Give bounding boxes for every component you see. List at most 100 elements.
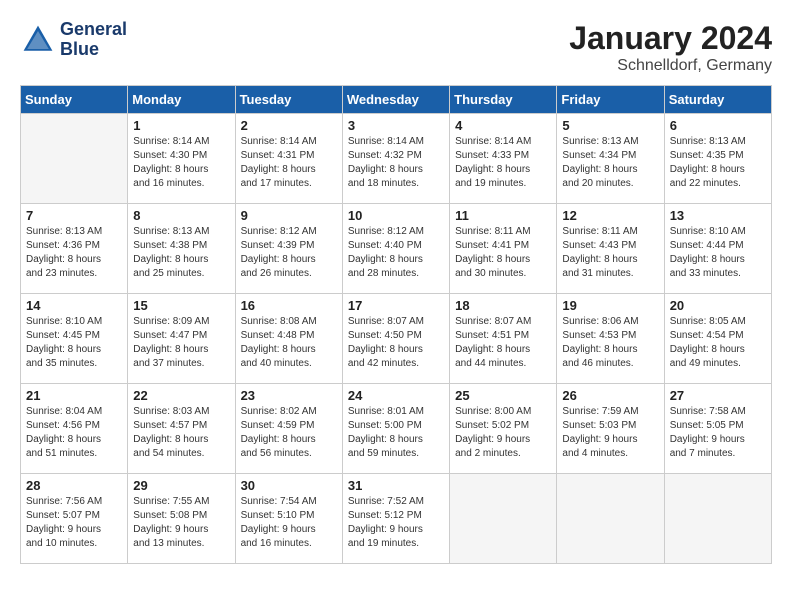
day-info: Sunrise: 8:05 AM Sunset: 4:54 PM Dayligh… [670, 315, 766, 371]
day-info: Sunrise: 8:06 AM Sunset: 4:53 PM Dayligh… [562, 315, 658, 371]
calendar-day-cell [450, 474, 557, 564]
logo-icon [20, 22, 56, 58]
day-number: 13 [670, 208, 766, 223]
weekday-header-cell: Monday [128, 86, 235, 114]
calendar-day-cell: 4 Sunrise: 8:14 AM Sunset: 4:33 PM Daylig… [450, 114, 557, 204]
weekday-header-row: SundayMondayTuesdayWednesdayThursdayFrid… [21, 86, 772, 114]
location: Schnelldorf, Germany [569, 57, 772, 75]
day-info: Sunrise: 8:14 AM Sunset: 4:33 PM Dayligh… [455, 135, 551, 191]
page-header: General Blue January 2024 Schnelldorf, G… [20, 20, 772, 75]
calendar-day-cell [557, 474, 664, 564]
day-number: 11 [455, 208, 551, 223]
day-info: Sunrise: 8:13 AM Sunset: 4:38 PM Dayligh… [133, 225, 229, 281]
day-info: Sunrise: 8:04 AM Sunset: 4:56 PM Dayligh… [26, 405, 122, 461]
day-number: 6 [670, 118, 766, 133]
day-info: Sunrise: 8:03 AM Sunset: 4:57 PM Dayligh… [133, 405, 229, 461]
calendar-day-cell: 27 Sunrise: 7:58 AM Sunset: 5:05 PM Dayli… [664, 384, 771, 474]
day-number: 19 [562, 298, 658, 313]
day-number: 18 [455, 298, 551, 313]
day-info: Sunrise: 8:09 AM Sunset: 4:47 PM Dayligh… [133, 315, 229, 371]
day-info: Sunrise: 8:08 AM Sunset: 4:48 PM Dayligh… [241, 315, 337, 371]
calendar-day-cell: 23 Sunrise: 8:02 AM Sunset: 4:59 PM Dayli… [235, 384, 342, 474]
logo: General Blue [20, 20, 127, 60]
calendar-day-cell: 21 Sunrise: 8:04 AM Sunset: 4:56 PM Dayli… [21, 384, 128, 474]
calendar-day-cell: 28 Sunrise: 7:56 AM Sunset: 5:07 PM Dayli… [21, 474, 128, 564]
calendar-day-cell: 1 Sunrise: 8:14 AM Sunset: 4:30 PM Daylig… [128, 114, 235, 204]
weekday-header-cell: Saturday [664, 86, 771, 114]
day-number: 5 [562, 118, 658, 133]
calendar-day-cell: 31 Sunrise: 7:52 AM Sunset: 5:12 PM Dayli… [342, 474, 449, 564]
day-number: 17 [348, 298, 444, 313]
calendar-day-cell: 22 Sunrise: 8:03 AM Sunset: 4:57 PM Dayli… [128, 384, 235, 474]
day-number: 28 [26, 478, 122, 493]
calendar-day-cell: 9 Sunrise: 8:12 AM Sunset: 4:39 PM Daylig… [235, 204, 342, 294]
day-number: 25 [455, 388, 551, 403]
weekday-header-cell: Wednesday [342, 86, 449, 114]
day-number: 9 [241, 208, 337, 223]
day-number: 1 [133, 118, 229, 133]
day-info: Sunrise: 8:14 AM Sunset: 4:30 PM Dayligh… [133, 135, 229, 191]
day-number: 22 [133, 388, 229, 403]
calendar-week-row: 7Sunrise: 8:13 AM Sunset: 4:36 PM Daylig… [21, 204, 772, 294]
weekday-header-cell: Thursday [450, 86, 557, 114]
title-block: January 2024 Schnelldorf, Germany [569, 20, 772, 75]
day-number: 16 [241, 298, 337, 313]
calendar-day-cell: 18 Sunrise: 8:07 AM Sunset: 4:51 PM Dayli… [450, 294, 557, 384]
day-number: 14 [26, 298, 122, 313]
day-info: Sunrise: 7:54 AM Sunset: 5:10 PM Dayligh… [241, 495, 337, 551]
calendar-day-cell: 12Sunrise: 8:11 AM Sunset: 4:43 PM Dayli… [557, 204, 664, 294]
calendar-day-cell: 16 Sunrise: 8:08 AM Sunset: 4:48 PM Dayli… [235, 294, 342, 384]
day-info: Sunrise: 8:12 AM Sunset: 4:40 PM Dayligh… [348, 225, 444, 281]
calendar-day-cell: 6Sunrise: 8:13 AM Sunset: 4:35 PM Daylig… [664, 114, 771, 204]
day-info: Sunrise: 7:56 AM Sunset: 5:07 PM Dayligh… [26, 495, 122, 551]
day-info: Sunrise: 8:13 AM Sunset: 4:34 PM Dayligh… [562, 135, 658, 191]
weekday-header-cell: Tuesday [235, 86, 342, 114]
day-number: 4 [455, 118, 551, 133]
day-number: 8 [133, 208, 229, 223]
day-info: Sunrise: 8:14 AM Sunset: 4:32 PM Dayligh… [348, 135, 444, 191]
calendar-week-row: 21 Sunrise: 8:04 AM Sunset: 4:56 PM Dayli… [21, 384, 772, 474]
day-number: 24 [348, 388, 444, 403]
calendar-day-cell: 5 Sunrise: 8:13 AM Sunset: 4:34 PM Daylig… [557, 114, 664, 204]
calendar-day-cell: 17 Sunrise: 8:07 AM Sunset: 4:50 PM Dayli… [342, 294, 449, 384]
day-number: 31 [348, 478, 444, 493]
calendar-day-cell: 20 Sunrise: 8:05 AM Sunset: 4:54 PM Dayli… [664, 294, 771, 384]
day-info: Sunrise: 8:01 AM Sunset: 5:00 PM Dayligh… [348, 405, 444, 461]
day-info: Sunrise: 8:00 AM Sunset: 5:02 PM Dayligh… [455, 405, 551, 461]
month-year: January 2024 [569, 20, 772, 57]
calendar-day-cell: 29Sunrise: 7:55 AM Sunset: 5:08 PM Dayli… [128, 474, 235, 564]
day-info: Sunrise: 7:58 AM Sunset: 5:05 PM Dayligh… [670, 405, 766, 461]
calendar-day-cell: 13 Sunrise: 8:10 AM Sunset: 4:44 PM Dayli… [664, 204, 771, 294]
day-number: 23 [241, 388, 337, 403]
day-number: 20 [670, 298, 766, 313]
day-info: Sunrise: 8:11 AM Sunset: 4:41 PM Dayligh… [455, 225, 551, 281]
calendar-day-cell [664, 474, 771, 564]
calendar-day-cell: 14 Sunrise: 8:10 AM Sunset: 4:45 PM Dayli… [21, 294, 128, 384]
day-info: Sunrise: 8:10 AM Sunset: 4:45 PM Dayligh… [26, 315, 122, 371]
day-info: Sunrise: 8:10 AM Sunset: 4:44 PM Dayligh… [670, 225, 766, 281]
calendar-body: 1 Sunrise: 8:14 AM Sunset: 4:30 PM Daylig… [21, 114, 772, 564]
calendar-day-cell: 25 Sunrise: 8:00 AM Sunset: 5:02 PM Dayli… [450, 384, 557, 474]
day-info: Sunrise: 8:07 AM Sunset: 4:50 PM Dayligh… [348, 315, 444, 371]
day-info: Sunrise: 7:59 AM Sunset: 5:03 PM Dayligh… [562, 405, 658, 461]
day-number: 21 [26, 388, 122, 403]
day-number: 12 [562, 208, 658, 223]
calendar-day-cell: 15Sunrise: 8:09 AM Sunset: 4:47 PM Dayli… [128, 294, 235, 384]
day-info: Sunrise: 8:12 AM Sunset: 4:39 PM Dayligh… [241, 225, 337, 281]
day-number: 27 [670, 388, 766, 403]
day-info: Sunrise: 8:02 AM Sunset: 4:59 PM Dayligh… [241, 405, 337, 461]
calendar-day-cell: 8 Sunrise: 8:13 AM Sunset: 4:38 PM Daylig… [128, 204, 235, 294]
calendar-day-cell: 2Sunrise: 8:14 AM Sunset: 4:31 PM Daylig… [235, 114, 342, 204]
calendar-week-row: 28 Sunrise: 7:56 AM Sunset: 5:07 PM Dayli… [21, 474, 772, 564]
day-info: Sunrise: 7:52 AM Sunset: 5:12 PM Dayligh… [348, 495, 444, 551]
day-info: Sunrise: 8:07 AM Sunset: 4:51 PM Dayligh… [455, 315, 551, 371]
logo-text: General Blue [60, 20, 127, 60]
day-number: 7 [26, 208, 122, 223]
calendar-day-cell: 3Sunrise: 8:14 AM Sunset: 4:32 PM Daylig… [342, 114, 449, 204]
day-number: 29 [133, 478, 229, 493]
day-number: 10 [348, 208, 444, 223]
calendar-day-cell: 7Sunrise: 8:13 AM Sunset: 4:36 PM Daylig… [21, 204, 128, 294]
calendar-day-cell: 19 Sunrise: 8:06 AM Sunset: 4:53 PM Dayli… [557, 294, 664, 384]
day-number: 30 [241, 478, 337, 493]
weekday-header-cell: Sunday [21, 86, 128, 114]
